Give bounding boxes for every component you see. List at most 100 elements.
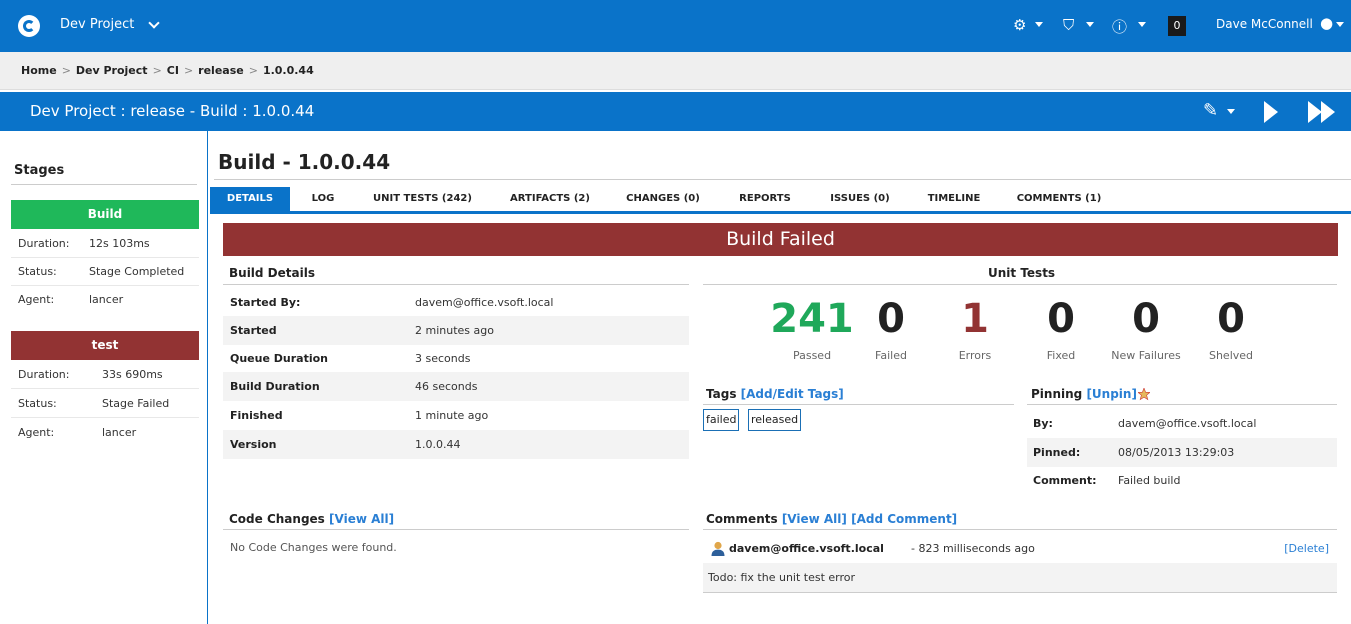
comment-body-row: Todo: fix the unit test error: [703, 563, 1337, 592]
stage-status-value: Stage Failed: [102, 397, 170, 410]
fast-forward-icon[interactable]: [1308, 101, 1340, 123]
caret-down-icon[interactable]: [1035, 22, 1043, 27]
pinning-row: Comment: Failed build: [1027, 466, 1337, 495]
detail-row: Build Duration 46 seconds: [223, 372, 689, 401]
divider: [223, 529, 689, 530]
view-all-comments-link[interactable]: [View All]: [782, 512, 847, 526]
tab-timeline[interactable]: TIMELINE: [916, 187, 992, 211]
tab-changes[interactable]: CHANGES (0): [620, 187, 706, 211]
detail-value: 3 seconds: [415, 352, 471, 365]
unit-tests-heading: Unit Tests: [988, 266, 1056, 280]
breadcrumb-project[interactable]: Dev Project: [76, 64, 148, 77]
divider: [214, 179, 1351, 180]
detail-row: Started 2 minutes ago: [223, 316, 689, 345]
pinning-key: By:: [1033, 417, 1053, 430]
pinning-row: By: davem@office.vsoft.local: [1027, 409, 1337, 438]
pinning-key: Pinned:: [1033, 446, 1081, 459]
detail-value: davem@office.vsoft.local: [415, 296, 554, 309]
user-avatar-icon: [711, 541, 725, 556]
build-status-banner: Build Failed: [223, 223, 1338, 256]
divider: [223, 284, 689, 285]
tab-details[interactable]: DETAILS: [210, 187, 290, 211]
comment-author[interactable]: davem@office.vsoft.local: [729, 542, 884, 555]
top-navbar: Dev Project ⚙ ⛉ ⓘ 0 Dave McConnell ●: [0, 0, 1351, 52]
tag-chip[interactable]: failed: [703, 409, 740, 431]
divider: [11, 388, 199, 389]
pinning-value: Failed build: [1118, 474, 1181, 487]
stages-sidebar: Stages Build Duration: 12s 103ms Status:…: [0, 131, 208, 624]
tab-reports[interactable]: REPORTS: [730, 187, 800, 211]
stages-heading: Stages: [14, 163, 65, 178]
stage-header-build[interactable]: Build: [11, 200, 199, 229]
project-selector[interactable]: Dev Project: [60, 17, 134, 32]
stage-header-test[interactable]: test: [11, 331, 199, 360]
stage-duration-value: 33s 690ms: [102, 368, 163, 381]
tab-issues[interactable]: ISSUES (0): [822, 187, 898, 211]
chevron-down-icon[interactable]: [148, 17, 160, 29]
shield-icon[interactable]: ⛉: [1063, 16, 1074, 34]
divider: [1027, 404, 1337, 405]
tab-log[interactable]: LOG: [298, 187, 348, 211]
page-heading: Dev Project : release - Build : 1.0.0.44: [30, 102, 315, 120]
pinning-value: davem@office.vsoft.local: [1118, 417, 1257, 430]
pinning-value: 08/05/2013 13:29:03: [1118, 446, 1235, 459]
app-logo-icon[interactable]: [18, 15, 40, 37]
detail-row: Queue Duration 3 seconds: [223, 344, 689, 373]
shelved-count[interactable]: 0: [1181, 296, 1281, 342]
comments-heading: Comments [View All] [Add Comment]: [706, 512, 958, 526]
unpin-link[interactable]: [Unpin]: [1086, 387, 1137, 401]
errors-count[interactable]: 1: [925, 296, 1025, 342]
breadcrumb-build[interactable]: 1.0.0.44: [263, 64, 314, 77]
stage-status-label: Status:: [18, 265, 57, 278]
stage-agent-label: Agent:: [18, 426, 55, 439]
tags-heading: Tags [Add/Edit Tags]: [706, 387, 844, 401]
divider: [11, 257, 199, 258]
user-menu[interactable]: Dave McConnell: [1216, 17, 1313, 31]
breadcrumb-release[interactable]: release: [198, 64, 244, 77]
caret-down-icon[interactable]: [1138, 22, 1146, 27]
comment-text: Todo: fix the unit test error: [708, 571, 856, 584]
pin-icon: [1138, 388, 1150, 401]
divider: [11, 184, 197, 185]
stage-agent-label: Agent:: [18, 293, 55, 306]
caret-down-icon[interactable]: [1227, 109, 1235, 114]
detail-row: Version 1.0.0.44: [223, 430, 689, 459]
add-comment-link[interactable]: [Add Comment]: [851, 512, 957, 526]
detail-key: Started: [230, 324, 277, 337]
caret-down-icon[interactable]: [1336, 22, 1344, 27]
detail-value: 46 seconds: [415, 380, 478, 393]
detail-row: Started By: davem@office.vsoft.local: [223, 288, 689, 317]
page-titlebar: Dev Project : release - Build : 1.0.0.44…: [0, 92, 1351, 131]
tab-unit-tests[interactable]: UNIT TESTS (242): [365, 187, 480, 211]
pencil-icon[interactable]: ✎: [1203, 100, 1218, 121]
detail-value: 1.0.0.44: [415, 438, 461, 451]
divider: [11, 285, 199, 286]
delete-comment-link[interactable]: [Delete]: [1284, 542, 1329, 555]
detail-key: Version: [230, 438, 277, 451]
notification-count-badge[interactable]: 0: [1168, 16, 1186, 36]
breadcrumb-ci[interactable]: CI: [167, 64, 179, 77]
view-all-changes-link[interactable]: [View All]: [329, 512, 394, 526]
detail-row: Finished 1 minute ago: [223, 401, 689, 430]
tab-artifacts[interactable]: ARTIFACTS (2): [502, 187, 598, 211]
pinning-heading: Pinning [Unpin]: [1031, 387, 1137, 401]
gear-icon[interactable]: ⚙: [1013, 16, 1026, 34]
tag-chip[interactable]: released: [748, 409, 802, 431]
empty-changes-text: No Code Changes were found.: [230, 541, 397, 554]
divider: [703, 529, 1337, 530]
breadcrumb-home[interactable]: Home: [21, 64, 57, 77]
help-icon[interactable]: ⓘ: [1112, 16, 1127, 37]
user-icon[interactable]: ●: [1320, 14, 1333, 32]
detail-key: Started By:: [230, 296, 301, 309]
edit-tags-link[interactable]: [Add/Edit Tags]: [741, 387, 844, 401]
pinning-row: Pinned: 08/05/2013 13:29:03: [1027, 438, 1337, 467]
build-title: Build - 1.0.0.44: [218, 150, 391, 174]
stage-agent-value: lancer: [89, 293, 124, 306]
stage-agent-value: lancer: [102, 426, 137, 439]
comment-header-row: davem@office.vsoft.local - 823 milliseco…: [703, 534, 1337, 563]
caret-down-icon[interactable]: [1086, 22, 1094, 27]
stage-duration-label: Duration:: [18, 368, 70, 381]
tab-bar: DETAILS LOG UNIT TESTS (242) ARTIFACTS (…: [210, 187, 1351, 214]
run-icon[interactable]: [1264, 101, 1278, 123]
tab-comments[interactable]: COMMENTS (1): [1010, 187, 1108, 211]
